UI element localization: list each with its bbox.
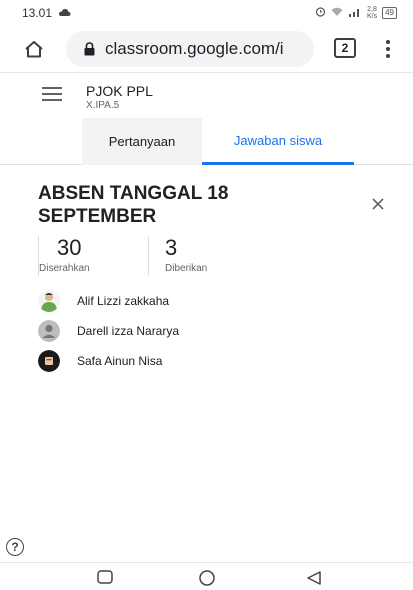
class-header: PJOK PPL X.IPA.5 [0, 72, 413, 118]
class-section: X.IPA.5 [86, 100, 120, 111]
help-button[interactable]: ? [6, 538, 24, 556]
recent-apps-icon [97, 570, 113, 584]
status-time: 13.01 [22, 6, 53, 20]
stat-assigned-count: 3 [165, 235, 178, 260]
student-avatar-default-icon [38, 320, 60, 342]
stat-turned-in-count: 30 [57, 235, 82, 260]
lock-icon [84, 42, 95, 56]
wifi-icon [331, 7, 343, 20]
home-nav-button[interactable] [198, 570, 216, 590]
battery-level: 49 [385, 8, 394, 17]
url-text: classroom.google.com/і [105, 39, 284, 58]
hamburger-menu-icon[interactable] [42, 87, 62, 101]
network-speed-unit: K/s [366, 13, 378, 20]
student-name: Alif Lizzi zakkaha [77, 294, 170, 308]
home-circle-icon [199, 570, 215, 586]
tab-questions-label: Pertanyaan [108, 134, 176, 149]
browser-toolbar: classroom.google.com/і 2 [0, 26, 413, 72]
stat-assigned-label: Diberikan [165, 263, 208, 274]
more-vert-icon-dot [386, 40, 390, 44]
more-vert-icon-dot [386, 54, 390, 58]
student-row[interactable]: Safa Ainun Nisa [38, 346, 179, 376]
tab-bar: Pertanyaan Jawaban siswa [0, 118, 413, 165]
tab-student-answers[interactable]: Jawaban siswa [202, 118, 354, 165]
class-name: PJOK PPL [86, 83, 153, 99]
recent-apps-button[interactable] [97, 570, 113, 589]
hamburger-line [42, 87, 62, 89]
stat-turned-in-label: Diserahkan [39, 263, 90, 274]
student-list: Alif Lizzi zakkaha Darell izza Nararya S… [38, 286, 179, 376]
signal-icon [348, 7, 362, 20]
close-icon [372, 198, 384, 210]
alarm-icon [315, 6, 326, 20]
student-row[interactable]: Darell izza Nararya [38, 316, 179, 346]
home-icon [25, 41, 43, 58]
student-name: Safa Ainun Nisa [77, 354, 163, 368]
assignment-title: ABSEN TANGGAL 18 SEPTEMBER [38, 183, 229, 227]
system-navigation-bar [0, 562, 413, 590]
network-speed: 2,8 K/s [367, 6, 377, 20]
tab-switcher-button[interactable]: 2 [334, 38, 356, 58]
status-bar: 13.01 2,8 K/s 49 [0, 0, 413, 26]
student-row[interactable]: Alif Lizzi zakkaha [38, 286, 179, 316]
home-button[interactable] [10, 26, 58, 72]
submission-stats: 30 Diserahkan 3 Diberikan [38, 236, 207, 276]
more-vert-icon-dot [386, 47, 390, 51]
tab-student-answers-label: Jawaban siswa [233, 132, 323, 148]
student-avatar-photo-icon [38, 350, 60, 372]
close-button[interactable] [368, 194, 388, 214]
help-icon: ? [11, 540, 19, 554]
back-button[interactable] [306, 570, 322, 590]
network-speed-value: 2,8 [367, 6, 377, 13]
student-avatar-photo-icon [38, 290, 60, 312]
hamburger-line [42, 99, 62, 101]
tab-questions[interactable]: Pertanyaan [82, 118, 202, 165]
cloud-icon [58, 6, 71, 20]
battery-icon: 49 [382, 7, 397, 19]
status-left: 13.01 [22, 6, 71, 20]
browser-menu-button[interactable] [382, 36, 394, 62]
status-right: 2,8 K/s 49 [315, 6, 397, 20]
stat-assigned[interactable]: 3 Diberikan [148, 236, 207, 276]
stat-turned-in[interactable]: 30 Diserahkan [38, 236, 148, 276]
tab-count: 2 [341, 41, 349, 55]
back-icon [307, 571, 321, 585]
student-name: Darell izza Nararya [77, 324, 180, 338]
hamburger-line [42, 93, 62, 95]
url-field[interactable]: classroom.google.com/і [66, 31, 314, 67]
